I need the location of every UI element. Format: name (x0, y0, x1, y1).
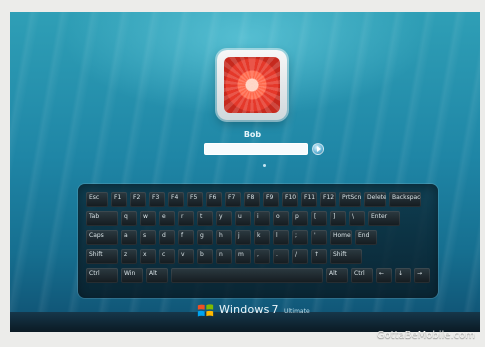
key-printscreen[interactable]: PrtScn (339, 192, 361, 207)
key-caps-lock[interactable]: Caps (86, 230, 118, 245)
key-delete[interactable]: Delete (364, 192, 386, 207)
key-f5[interactable]: F5 (187, 192, 203, 207)
key-slash[interactable]: / (292, 249, 308, 264)
keyboard-row-bottom-alpha: Shift z x c v b n m , . / ↑ Shift (86, 249, 430, 264)
key-f4[interactable]: F4 (168, 192, 184, 207)
key-g[interactable]: g (197, 230, 213, 245)
watermark-text: GottaBeMobile.com (376, 330, 475, 341)
key-f8[interactable]: F8 (244, 192, 260, 207)
key-f7[interactable]: F7 (225, 192, 241, 207)
key-i[interactable]: i (254, 211, 270, 226)
key-b[interactable]: b (197, 249, 213, 264)
key-right-arrow[interactable]: → (414, 268, 430, 283)
avatar (224, 57, 280, 113)
key-s[interactable]: s (140, 230, 156, 245)
key-f9[interactable]: F9 (263, 192, 279, 207)
password-input[interactable] (204, 143, 308, 155)
key-u[interactable]: u (235, 211, 251, 226)
key-period[interactable]: . (273, 249, 289, 264)
windows-wordmark: Windows 7 (219, 303, 279, 316)
key-f2[interactable]: F2 (130, 192, 146, 207)
key-f12[interactable]: F12 (320, 192, 336, 207)
ease-of-access-dot (263, 164, 266, 167)
username-label: Bob (243, 130, 262, 139)
key-r[interactable]: r (178, 211, 194, 226)
key-home[interactable]: Home (330, 230, 352, 245)
windows-logo-icon (197, 304, 214, 317)
on-screen-keyboard: Esc F1 F2 F3 F4 F5 F6 F7 F8 F9 F10 F11 F… (78, 184, 438, 298)
key-alt-left[interactable]: Alt (146, 268, 168, 283)
key-a[interactable]: a (121, 230, 137, 245)
key-x[interactable]: x (140, 249, 156, 264)
key-backslash[interactable]: \ (349, 211, 365, 226)
key-y[interactable]: y (216, 211, 232, 226)
key-v[interactable]: v (178, 249, 194, 264)
key-shift-left[interactable]: Shift (86, 249, 118, 264)
key-m[interactable]: m (235, 249, 251, 264)
key-q[interactable]: q (121, 211, 137, 226)
key-n[interactable]: n (216, 249, 232, 264)
key-right-bracket[interactable]: ] (330, 211, 346, 226)
os-name: Windows (219, 303, 270, 316)
key-backspace[interactable]: Backspace (389, 192, 421, 207)
key-esc[interactable]: Esc (86, 192, 108, 207)
keyboard-row-home: Caps a s d f g h j k l ; ' Home End (86, 230, 430, 245)
photo-frame: Bob Esc F1 F2 F3 F4 F5 F6 F7 F8 F9 F10 F… (0, 0, 485, 347)
key-left-arrow[interactable]: ← (376, 268, 392, 283)
keyboard-row-modifiers: Ctrl Win Alt Alt Ctrl ← ↓ → (86, 268, 430, 283)
os-version: 7 (271, 303, 279, 316)
key-f11[interactable]: F11 (301, 192, 317, 207)
key-e[interactable]: e (159, 211, 175, 226)
key-enter[interactable]: Enter (368, 211, 400, 226)
submit-arrow-button[interactable] (312, 143, 324, 155)
key-quote[interactable]: ' (311, 230, 327, 245)
key-space[interactable] (171, 268, 323, 283)
key-w[interactable]: w (140, 211, 156, 226)
key-c[interactable]: c (159, 249, 175, 264)
key-shift-right[interactable]: Shift (330, 249, 362, 264)
key-k[interactable]: k (254, 230, 270, 245)
key-j[interactable]: j (235, 230, 251, 245)
key-p[interactable]: p (292, 211, 308, 226)
key-z[interactable]: z (121, 249, 137, 264)
key-f6[interactable]: F6 (206, 192, 222, 207)
keyboard-row-top: Tab q w e r t y u i o p [ ] \ Enter (86, 211, 430, 226)
key-f10[interactable]: F10 (282, 192, 298, 207)
key-left-bracket[interactable]: [ (311, 211, 327, 226)
key-f3[interactable]: F3 (149, 192, 165, 207)
key-o[interactable]: o (273, 211, 289, 226)
key-tab[interactable]: Tab (86, 211, 118, 226)
key-ctrl-right[interactable]: Ctrl (351, 268, 373, 283)
os-edition: Ultimate (284, 308, 310, 315)
key-f1[interactable]: F1 (111, 192, 127, 207)
key-semicolon[interactable]: ; (292, 230, 308, 245)
key-windows[interactable]: Win (121, 268, 143, 283)
key-comma[interactable]: , (254, 249, 270, 264)
user-avatar-frame[interactable] (217, 50, 287, 120)
key-end[interactable]: End (355, 230, 377, 245)
key-ctrl-left[interactable]: Ctrl (86, 268, 118, 283)
key-f[interactable]: f (178, 230, 194, 245)
key-alt-right[interactable]: Alt (326, 268, 348, 283)
key-up-arrow[interactable]: ↑ (311, 249, 327, 264)
key-d[interactable]: d (159, 230, 175, 245)
keyboard-row-function: Esc F1 F2 F3 F4 F5 F6 F7 F8 F9 F10 F11 F… (86, 192, 430, 207)
key-h[interactable]: h (216, 230, 232, 245)
key-down-arrow[interactable]: ↓ (395, 268, 411, 283)
login-screen: Bob Esc F1 F2 F3 F4 F5 F6 F7 F8 F9 F10 F… (10, 12, 480, 332)
key-t[interactable]: t (197, 211, 213, 226)
key-l[interactable]: l (273, 230, 289, 245)
